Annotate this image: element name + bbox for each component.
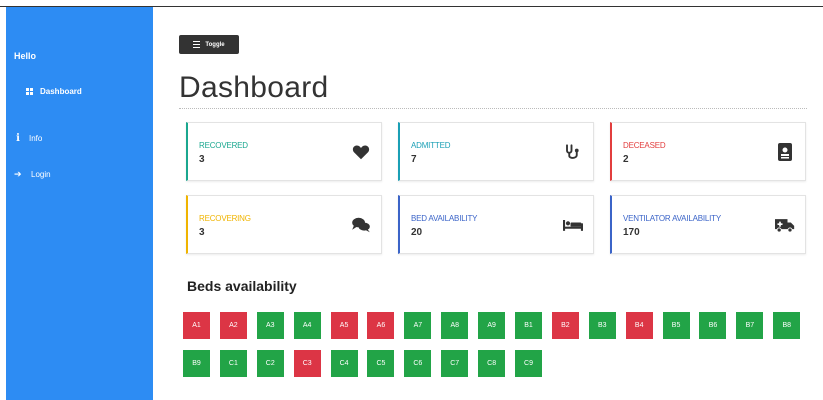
card-label: RECOVERED [199,141,248,150]
main-content: Toggle Dashboard RECOVERED 3 ADMITTED 7 … [153,7,823,400]
card-label: RECOVERING [199,214,251,223]
hamburger-icon [193,40,201,49]
bed-b3[interactable]: B3 [588,312,616,339]
id-card-icon [775,143,795,161]
stat-card-bed-availability: BED AVAILABILITY 20 [398,195,594,254]
card-label: ADMITTED [411,141,451,150]
sidebar-item-label: Login [31,170,51,179]
stat-card-ventilator-availability: VENTILATOR AVAILABILITY 170 [610,195,806,254]
grid-icon [26,88,33,95]
bed-a1[interactable]: A1 [183,312,210,339]
bed-a9[interactable]: A9 [478,312,506,339]
bed-c8[interactable]: C8 [478,350,506,377]
bed-b4[interactable]: B4 [625,312,653,339]
info-icon: i [16,133,20,144]
stat-card-admitted: ADMITTED 7 [398,122,594,181]
bed-a4[interactable]: A4 [293,312,321,339]
card-value: 2 [623,154,629,165]
bed-b6[interactable]: B6 [699,312,727,339]
bed-c1[interactable]: C1 [219,350,247,377]
card-label: DECEASED [623,141,666,150]
bed-c7[interactable]: C7 [441,350,469,377]
card-value: 3 [199,154,205,165]
sidebar-item-dashboard[interactable]: Dashboard [26,87,82,96]
sidebar-item-label: Dashboard [40,87,82,96]
card-value: 7 [411,154,417,165]
toggle-button[interactable]: Toggle [179,35,239,54]
beds-availability-heading: Beds availability [187,278,297,294]
stat-card-recovering: RECOVERING 3 [186,195,382,254]
bed-b5[interactable]: B5 [662,312,690,339]
card-label: BED AVAILABILITY [411,214,478,223]
card-value: 3 [199,227,205,238]
bed-b7[interactable]: B7 [736,312,764,339]
heart-icon [351,143,371,161]
bed-a7[interactable]: A7 [404,312,432,339]
ambulance-icon [775,216,795,234]
sidebar-item-label: Info [29,134,43,143]
comments-icon [351,216,371,234]
card-value: 170 [623,227,640,238]
bed-c6[interactable]: C6 [404,350,432,377]
bed-a5[interactable]: A5 [330,312,358,339]
login-icon: ➔ [14,169,22,179]
bed-icon [563,216,583,234]
bed-c4[interactable]: C4 [330,350,358,377]
bed-a6[interactable]: A6 [367,312,395,339]
title-divider [179,108,807,109]
toggle-label: Toggle [205,41,225,48]
bed-b1[interactable]: B1 [515,312,543,339]
card-value: 20 [411,227,423,238]
sidebar-item-info[interactable]: i Info [14,133,42,144]
bed-b8[interactable]: B8 [773,312,801,339]
bed-c5[interactable]: C5 [367,350,395,377]
bed-b2[interactable]: B2 [551,312,579,339]
bed-a8[interactable]: A8 [441,312,469,339]
page-title: Dashboard [179,71,329,104]
bed-a3[interactable]: A3 [256,312,284,339]
sidebar-greeting: Hello [14,51,37,61]
stethoscope-icon [563,143,583,161]
stat-card-deceased: DECEASED 2 [610,122,806,181]
sidebar: Hello Dashboard i Info ➔ Login [6,7,153,400]
bed-c9[interactable]: C9 [515,350,543,377]
card-label: VENTILATOR AVAILABILITY [623,214,721,223]
stat-card-recovered: RECOVERED 3 [186,122,382,181]
beds-grid: A1 A2 A3 A4 A5 A6 A7 A8 A9 B1 B2 B3 B4 B5 B6 B7 B8 B9 C1 C2… [183,312,813,377]
bed-c3[interactable]: C3 [293,350,321,377]
sidebar-item-login[interactable]: ➔ Login [14,169,51,180]
bed-a2[interactable]: A2 [219,312,247,339]
bed-b9[interactable]: B9 [183,350,210,377]
bed-c2[interactable]: C2 [256,350,284,377]
